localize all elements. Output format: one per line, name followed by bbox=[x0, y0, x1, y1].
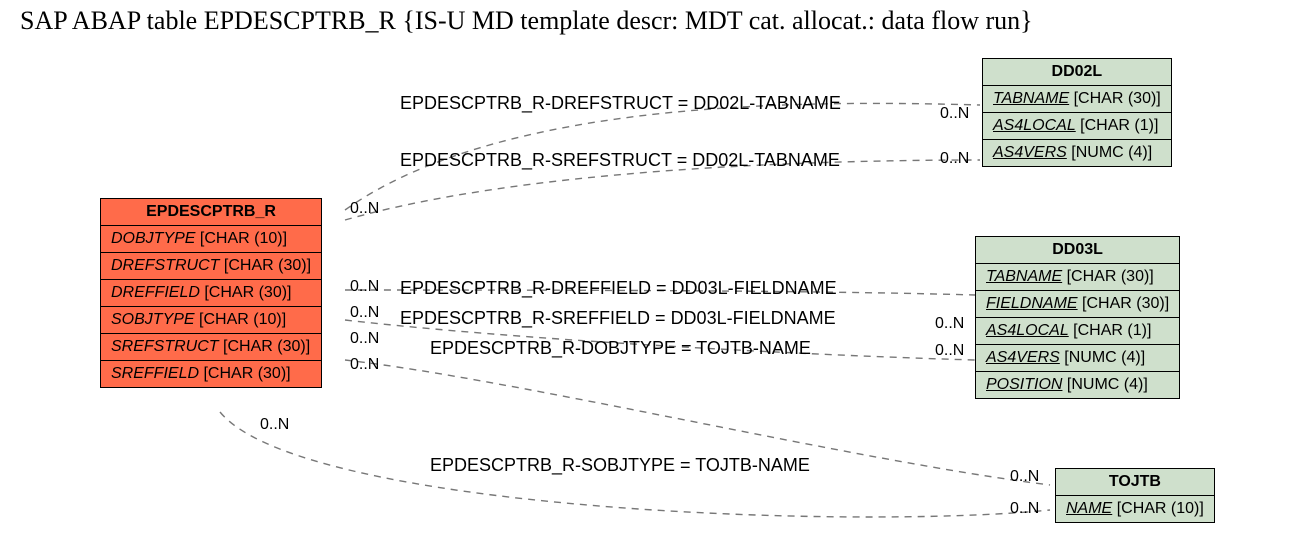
rel-drefstruct: EPDESCPTRB_R-DREFSTRUCT = DD02L-TABNAME bbox=[400, 93, 841, 114]
field-dobjtype: DOBJTYPE [CHAR (10)] bbox=[101, 226, 322, 253]
diagram-canvas: SAP ABAP table EPDESCPTRB_R {IS-U MD tem… bbox=[0, 0, 1297, 543]
card-src-r6: 0..N bbox=[260, 416, 289, 434]
entity-dd02l: DD02L TABNAME [CHAR (30)] AS4LOCAL [CHAR… bbox=[982, 58, 1172, 167]
field-as4local: AS4LOCAL [CHAR (1)] bbox=[983, 113, 1172, 140]
field-as4local: AS4LOCAL [CHAR (1)] bbox=[976, 318, 1180, 345]
card-src-r4b: 0..N bbox=[350, 330, 379, 348]
card-src-r5: 0..N bbox=[350, 356, 379, 374]
entity-header: EPDESCPTRB_R bbox=[101, 199, 322, 226]
entity-dd03l: DD03L TABNAME [CHAR (30)] FIELDNAME [CHA… bbox=[975, 236, 1180, 399]
card-tgt-dd02l-b: 0..N bbox=[940, 150, 969, 168]
field-dreffield: DREFFIELD [CHAR (30)] bbox=[101, 280, 322, 307]
entity-epdescptrb-r: EPDESCPTRB_R DOBJTYPE [CHAR (10)] DREFST… bbox=[100, 198, 322, 388]
card-tgt-dd03l-a: 0..N bbox=[935, 315, 964, 333]
rel-dreffield: EPDESCPTRB_R-DREFFIELD = DD03L-FIELDNAME bbox=[400, 278, 837, 299]
rel-srefstruct: EPDESCPTRB_R-SREFSTRUCT = DD02L-TABNAME bbox=[400, 150, 840, 171]
field-srefstruct: SREFSTRUCT [CHAR (30)] bbox=[101, 334, 322, 361]
field-sreffield: SREFFIELD [CHAR (30)] bbox=[101, 361, 322, 388]
card-tgt-dd02l-a: 0..N bbox=[940, 105, 969, 123]
field-as4vers: AS4VERS [NUMC (4)] bbox=[976, 345, 1180, 372]
entity-tojtb: TOJTB NAME [CHAR (10)] bbox=[1055, 468, 1215, 523]
entity-header: TOJTB bbox=[1056, 469, 1215, 496]
field-drefstruct: DREFSTRUCT [CHAR (30)] bbox=[101, 253, 322, 280]
field-name: NAME [CHAR (10)] bbox=[1056, 496, 1215, 523]
field-tabname: TABNAME [CHAR (30)] bbox=[976, 264, 1180, 291]
card-tgt-tojtb-b: 0..N bbox=[1010, 500, 1039, 518]
card-src-r4: 0..N bbox=[350, 304, 379, 322]
card-tgt-tojtb-a: 0..N bbox=[1010, 468, 1039, 486]
field-position: POSITION [NUMC (4)] bbox=[976, 372, 1180, 399]
card-src-r3: 0..N bbox=[350, 278, 379, 296]
rel-sreffield: EPDESCPTRB_R-SREFFIELD = DD03L-FIELDNAME bbox=[400, 308, 836, 329]
field-sobjtype: SOBJTYPE [CHAR (10)] bbox=[101, 307, 322, 334]
field-as4vers: AS4VERS [NUMC (4)] bbox=[983, 140, 1172, 167]
field-tabname: TABNAME [CHAR (30)] bbox=[983, 86, 1172, 113]
card-src-r1r2: 0..N bbox=[350, 200, 379, 218]
page-title: SAP ABAP table EPDESCPTRB_R {IS-U MD tem… bbox=[20, 6, 1033, 36]
entity-header: DD03L bbox=[976, 237, 1180, 264]
entity-header: DD02L bbox=[983, 59, 1172, 86]
rel-sobjtype: EPDESCPTRB_R-SOBJTYPE = TOJTB-NAME bbox=[430, 455, 810, 476]
rel-dobjtype: EPDESCPTRB_R-DOBJTYPE = TOJTB-NAME bbox=[430, 338, 811, 359]
card-tgt-dd03l-b: 0..N bbox=[935, 342, 964, 360]
field-fieldname: FIELDNAME [CHAR (30)] bbox=[976, 291, 1180, 318]
